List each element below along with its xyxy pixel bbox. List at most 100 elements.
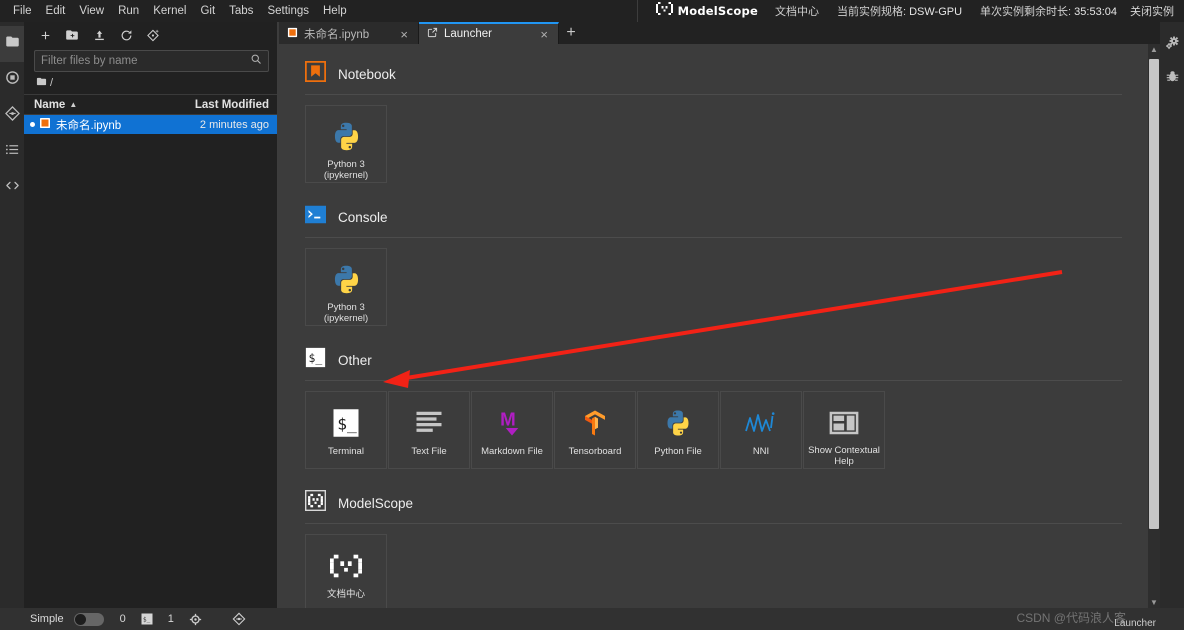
- card-tensorboard[interactable]: Tensorboard: [554, 391, 636, 469]
- terminal-count[interactable]: 1: [162, 613, 180, 625]
- card-label: Text File: [411, 446, 447, 457]
- scrollbar-thumb[interactable]: [1149, 59, 1159, 529]
- scrollbar-track[interactable]: [1148, 55, 1160, 597]
- card-show-contextual-help[interactable]: Show Contextual Help: [803, 391, 885, 469]
- scroll-up-arrow-icon[interactable]: ▲: [1150, 44, 1158, 55]
- svg-text:M: M: [500, 409, 516, 430]
- card-terminal[interactable]: $_ Terminal: [305, 391, 387, 469]
- close-icon[interactable]: ×: [398, 28, 410, 41]
- svg-text:$_: $_: [143, 617, 151, 624]
- file-filter[interactable]: [34, 50, 269, 72]
- card-nni[interactable]: NNI: [720, 391, 802, 469]
- toggle-knob: [74, 613, 86, 625]
- sidebar-item-file-browser[interactable]: [0, 26, 24, 62]
- menu-kernel[interactable]: Kernel: [146, 2, 193, 20]
- section-header-other: $_ Other: [305, 340, 1122, 380]
- launcher-section-notebook: Notebook: [279, 54, 1148, 94]
- instance-spec-value: DSW-GPU: [909, 6, 963, 18]
- simple-mode-toggle[interactable]: [73, 612, 104, 626]
- doc-center-link[interactable]: 文档中心: [766, 3, 828, 19]
- breadcrumb[interactable]: /: [24, 72, 277, 94]
- card-label: 文档中心: [326, 589, 365, 600]
- sidebar-item-toc[interactable]: [0, 134, 24, 170]
- unsaved-indicator-dot: [30, 122, 35, 127]
- close-icon[interactable]: ×: [538, 28, 550, 41]
- close-instance-link[interactable]: 关闭实例: [1126, 3, 1184, 19]
- launcher-section-modelscope: ModelScope: [279, 483, 1148, 523]
- breadcrumb-root[interactable]: /: [50, 77, 53, 89]
- menu-git[interactable]: Git: [193, 2, 222, 20]
- column-header-name[interactable]: Name ▲: [34, 99, 187, 111]
- simple-mode-label: Simple: [30, 613, 64, 625]
- running-terminals-icon: [5, 70, 20, 90]
- file-row-name-text: 未命名.ipynb: [56, 119, 122, 132]
- launcher-cards-modelscope: 文档中心: [279, 524, 1148, 608]
- instance-spec: 当前实例规格: DSW-GPU: [828, 3, 971, 19]
- sidebar-item-debugger[interactable]: [1160, 62, 1184, 96]
- sidebar-item-extensions[interactable]: [0, 170, 24, 206]
- sidebar-item-git[interactable]: [0, 98, 24, 134]
- nni-icon: [745, 403, 777, 443]
- column-header-last-modified[interactable]: Last Modified: [187, 99, 277, 111]
- section-title-other: Other: [338, 352, 372, 368]
- column-header-name-label: Name: [34, 98, 66, 111]
- card-console-python3[interactable]: Python 3 (ipykernel): [305, 248, 387, 326]
- card-python-file[interactable]: Python File: [637, 391, 719, 469]
- card-row-other: $_ Terminal Text File M Markdown File Te…: [305, 381, 1122, 483]
- card-markdown-file[interactable]: M Markdown File: [471, 391, 553, 469]
- python-logo-icon: [663, 403, 693, 443]
- search-input[interactable]: [41, 55, 250, 67]
- menu-file[interactable]: File: [6, 2, 39, 20]
- sidebar-item-property-inspector[interactable]: [1160, 28, 1184, 62]
- refresh-button[interactable]: [113, 24, 139, 46]
- bug-icon: [1165, 69, 1180, 89]
- launcher-cards-console: Python 3 (ipykernel): [279, 238, 1148, 340]
- scroll-down-arrow-icon[interactable]: ▼: [1150, 597, 1158, 608]
- bottom-status-bar: Simple 0 $_ 1 CSDN @代码浪人客 Launcher: [0, 608, 1184, 630]
- modelscope-brand-text: ModelScope: [677, 4, 758, 18]
- section-header-modelscope: ModelScope: [305, 483, 1122, 523]
- menu-bar: File Edit View Run Kernel Git Tabs Setti…: [0, 0, 1184, 22]
- git-branch-icon[interactable]: [229, 612, 249, 626]
- tab-notebook-label: 未命名.ipynb: [304, 29, 370, 41]
- menu-settings[interactable]: Settings: [260, 2, 316, 20]
- sidebar-item-running[interactable]: [0, 62, 24, 98]
- instance-status-bar: ModelScope 文档中心 当前实例规格: DSW-GPU 单次实例剩余时长…: [636, 0, 1184, 22]
- terminal-small-icon[interactable]: $_: [138, 613, 156, 625]
- file-browser-panel: / Name ▲ Last Modified 未命名.ipynb 2 minut…: [24, 22, 278, 608]
- tab-notebook[interactable]: 未命名.ipynb ×: [279, 22, 419, 44]
- card-label: Terminal: [328, 446, 364, 457]
- card-text-file[interactable]: Text File: [388, 391, 470, 469]
- card-doc-center[interactable]: 文档中心: [305, 534, 387, 608]
- launcher-section-console: Console: [279, 197, 1148, 237]
- tab-launcher[interactable]: Launcher ×: [419, 22, 559, 44]
- menu-edit[interactable]: Edit: [39, 2, 73, 20]
- kernel-count[interactable]: 0: [114, 613, 132, 625]
- card-notebook-python3[interactable]: Python 3 (ipykernel): [305, 105, 387, 183]
- notebook-section-icon: [305, 61, 326, 87]
- menu-help[interactable]: Help: [316, 2, 354, 20]
- new-launcher-button[interactable]: [32, 24, 58, 46]
- section-title-notebook: Notebook: [338, 66, 396, 82]
- contextual-help-icon: [829, 403, 859, 442]
- card-label: Python 3 (ipykernel): [323, 302, 369, 325]
- menu-run[interactable]: Run: [111, 2, 146, 20]
- table-row[interactable]: 未命名.ipynb 2 minutes ago: [24, 115, 277, 134]
- vertical-scrollbar[interactable]: ▲ ▼: [1148, 44, 1160, 608]
- console-section-icon: [305, 204, 326, 230]
- modelscope-logo-icon: [655, 2, 673, 20]
- git-clone-button[interactable]: [140, 24, 166, 46]
- upload-files-button[interactable]: [86, 24, 112, 46]
- menu-tabs[interactable]: Tabs: [222, 2, 260, 20]
- modelscope-icon: [330, 546, 362, 586]
- menu-view[interactable]: View: [72, 2, 111, 20]
- file-list-header: Name ▲ Last Modified: [24, 94, 277, 115]
- card-label: Python File: [654, 446, 702, 457]
- remaining-time-label: 单次实例剩余时长:: [980, 6, 1072, 18]
- new-folder-button[interactable]: [59, 24, 85, 46]
- launcher-cards-other: $_ Terminal Text File M Markdown File Te…: [279, 381, 1148, 483]
- gear-icon[interactable]: [186, 613, 205, 626]
- launcher-panel: Notebook Python 3 (ipykernel) Console Py…: [279, 44, 1148, 608]
- new-tab-button[interactable]: +: [559, 22, 583, 44]
- modelscope-brand[interactable]: ModelScope: [648, 2, 766, 20]
